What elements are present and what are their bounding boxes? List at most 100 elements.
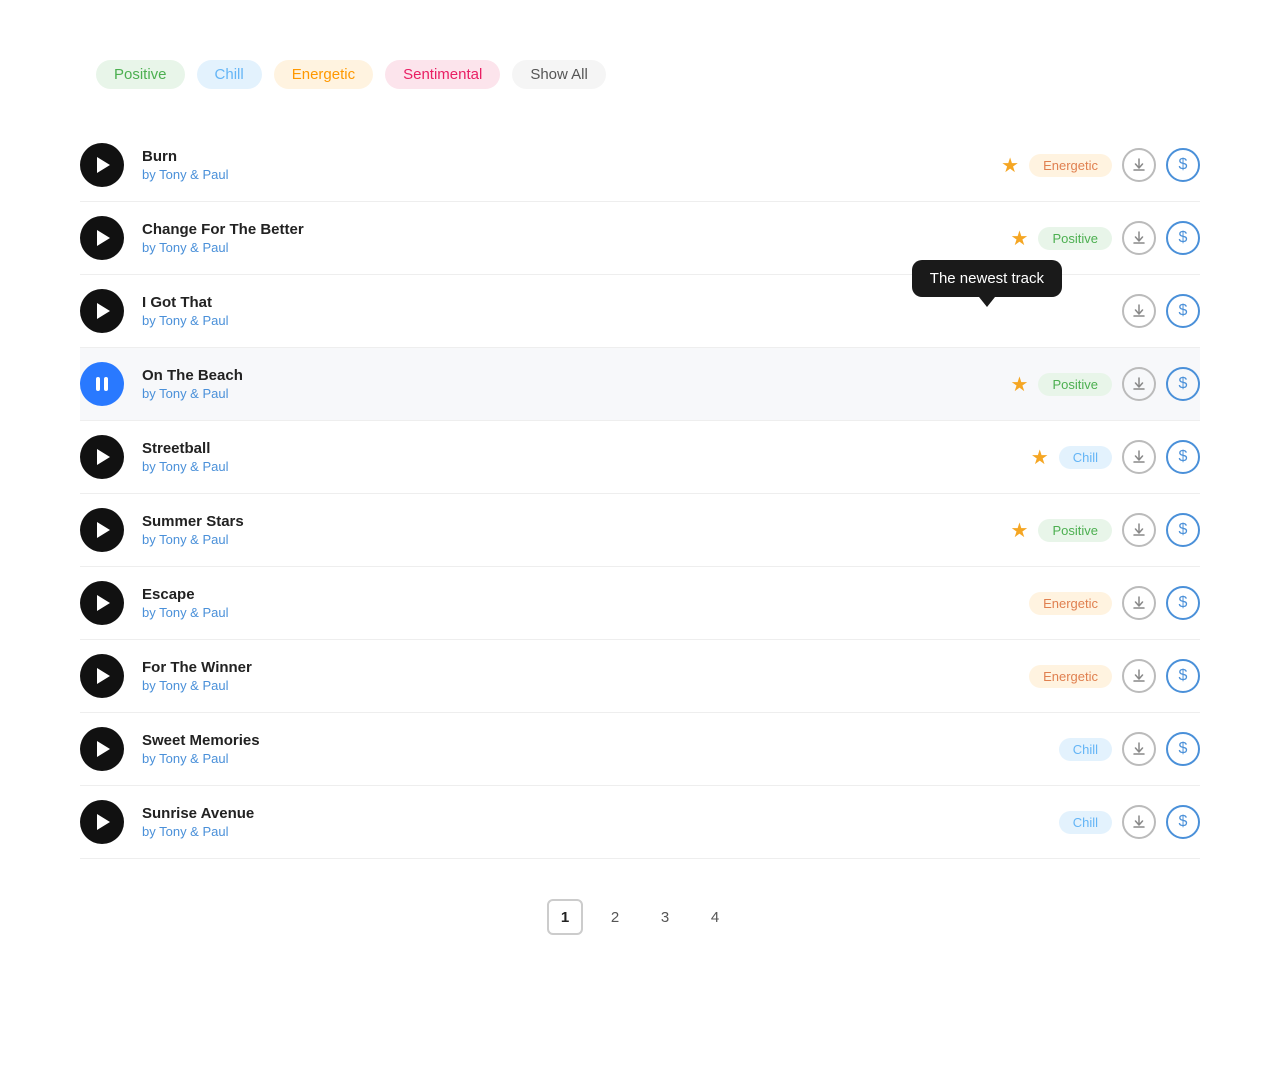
purchase-button[interactable]: $ [1166,367,1200,401]
page-button-1[interactable]: 1 [547,899,583,935]
track-artist[interactable]: by Tony & Paul [142,313,1112,328]
filter-chip-chill[interactable]: Chill [197,60,262,89]
star-icon[interactable]: ★ [1011,372,1029,397]
track-actions: ★ Positive $ [1011,367,1200,401]
track-info: Burn by Tony & Paul [142,148,1001,182]
track-row: Escape by Tony & PaulEnergetic$ [80,567,1200,640]
star-icon[interactable]: ★ [1011,518,1029,543]
star-icon[interactable]: ★ [1001,153,1019,178]
track-actions: The newest track$ [1112,294,1200,328]
download-button[interactable] [1122,148,1156,182]
track-artist[interactable]: by Tony & Paul [142,167,1001,182]
pause-button[interactable] [80,362,124,406]
play-icon [97,814,110,830]
purchase-button[interactable]: $ [1166,513,1200,547]
play-icon [97,595,110,611]
mood-badge: Chill [1059,738,1112,761]
track-info: Sweet Memories by Tony & Paul [142,732,1059,766]
play-button[interactable] [80,435,124,479]
filter-chip-energetic[interactable]: Energetic [274,60,373,89]
filter-chip-sentimental[interactable]: Sentimental [385,60,500,89]
track-artist[interactable]: by Tony & Paul [142,751,1059,766]
track-artist[interactable]: by Tony & Paul [142,824,1059,839]
download-button[interactable] [1122,805,1156,839]
track-row: Summer Starsby Tony & Paul★Positive$ [80,494,1200,567]
track-actions: Energetic $ [1029,659,1200,693]
filter-chip-showall[interactable]: Show All [512,60,606,89]
purchase-button[interactable]: $ [1166,659,1200,693]
play-icon [97,668,110,684]
track-title: For The Winner [142,659,1029,676]
play-button[interactable] [80,143,124,187]
purchase-button[interactable]: $ [1166,221,1200,255]
play-button[interactable] [80,800,124,844]
track-actions: Chill$ [1059,805,1200,839]
play-icon [97,449,110,465]
page-button-4[interactable]: 4 [697,899,733,935]
purchase-button[interactable]: $ [1166,440,1200,474]
filter-chip-positive[interactable]: Positive [96,60,185,89]
download-button[interactable] [1122,513,1156,547]
track-title: I Got That [142,294,1112,311]
play-button[interactable] [80,581,124,625]
mood-badge: Energetic [1029,665,1112,688]
download-button[interactable] [1122,221,1156,255]
download-button[interactable] [1122,659,1156,693]
star-icon[interactable]: ★ [1011,226,1029,251]
track-row: Streetball by Tony & Paul★ Chill $ [80,421,1200,494]
purchase-button[interactable]: $ [1166,294,1200,328]
pause-icon [96,377,108,391]
track-row: For The Winner by Tony & PaulEnergetic $ [80,640,1200,713]
download-button[interactable] [1122,586,1156,620]
track-info: Change For The Better by Tony & Paul [142,221,1011,255]
mood-badge: Chill [1059,446,1112,469]
track-title: Sweet Memories [142,732,1059,749]
filter-bar: Positive Chill Energetic Sentimental Show Al… [80,60,1200,89]
track-info: For The Winner by Tony & Paul [142,659,1029,693]
track-title: Sunrise Avenue [142,805,1059,822]
play-icon [97,230,110,246]
track-row: Sweet Memories by Tony & PaulChill $ [80,713,1200,786]
play-button[interactable] [80,508,124,552]
track-artist[interactable]: by Tony & Paul [142,386,1011,401]
play-icon [97,157,110,173]
track-info: Streetball by Tony & Paul [142,440,1031,474]
track-artist[interactable]: by Tony & Paul [142,678,1029,693]
mood-badge: Positive [1038,373,1112,396]
track-info: Escape by Tony & Paul [142,586,1029,620]
track-info: Summer Starsby Tony & Paul [142,513,1011,547]
pagination: 1234 [80,899,1200,935]
track-title: Escape [142,586,1029,603]
page-button-3[interactable]: 3 [647,899,683,935]
play-button[interactable] [80,289,124,333]
download-button[interactable] [1122,732,1156,766]
track-row: Burnby Tony & Paul★Energetic$ [80,129,1200,202]
play-button[interactable] [80,216,124,260]
purchase-button[interactable]: $ [1166,586,1200,620]
track-actions: ★Positive$ [1011,513,1200,547]
play-button[interactable] [80,654,124,698]
download-button[interactable] [1122,440,1156,474]
play-button[interactable] [80,727,124,771]
page-button-2[interactable]: 2 [597,899,633,935]
track-row: Change For The Better by Tony & Paul★ Posi… [80,202,1200,275]
track-list: Burnby Tony & Paul★Energetic$Change For … [80,129,1200,859]
track-title: Change For The Better [142,221,1011,238]
track-artist[interactable]: by Tony & Paul [142,605,1029,620]
purchase-button[interactable]: $ [1166,148,1200,182]
track-title: Burn [142,148,1001,165]
track-artist[interactable]: by Tony & Paul [142,532,1011,547]
track-info: On The Beachby Tony & Paul [142,367,1011,401]
track-actions: Energetic$ [1029,586,1200,620]
track-artist[interactable]: by Tony & Paul [142,459,1031,474]
purchase-button[interactable]: $ [1166,732,1200,766]
track-row: Sunrise Avenue by Tony & PaulChill$ [80,786,1200,859]
purchase-button[interactable]: $ [1166,805,1200,839]
track-artist[interactable]: by Tony & Paul [142,240,1011,255]
download-button[interactable] [1122,294,1156,328]
star-icon[interactable]: ★ [1031,445,1049,470]
track-row: I Got That by Tony & PaulThe newest track… [80,275,1200,348]
mood-badge: Positive [1038,227,1112,250]
track-title: Streetball [142,440,1031,457]
download-button[interactable] [1122,367,1156,401]
